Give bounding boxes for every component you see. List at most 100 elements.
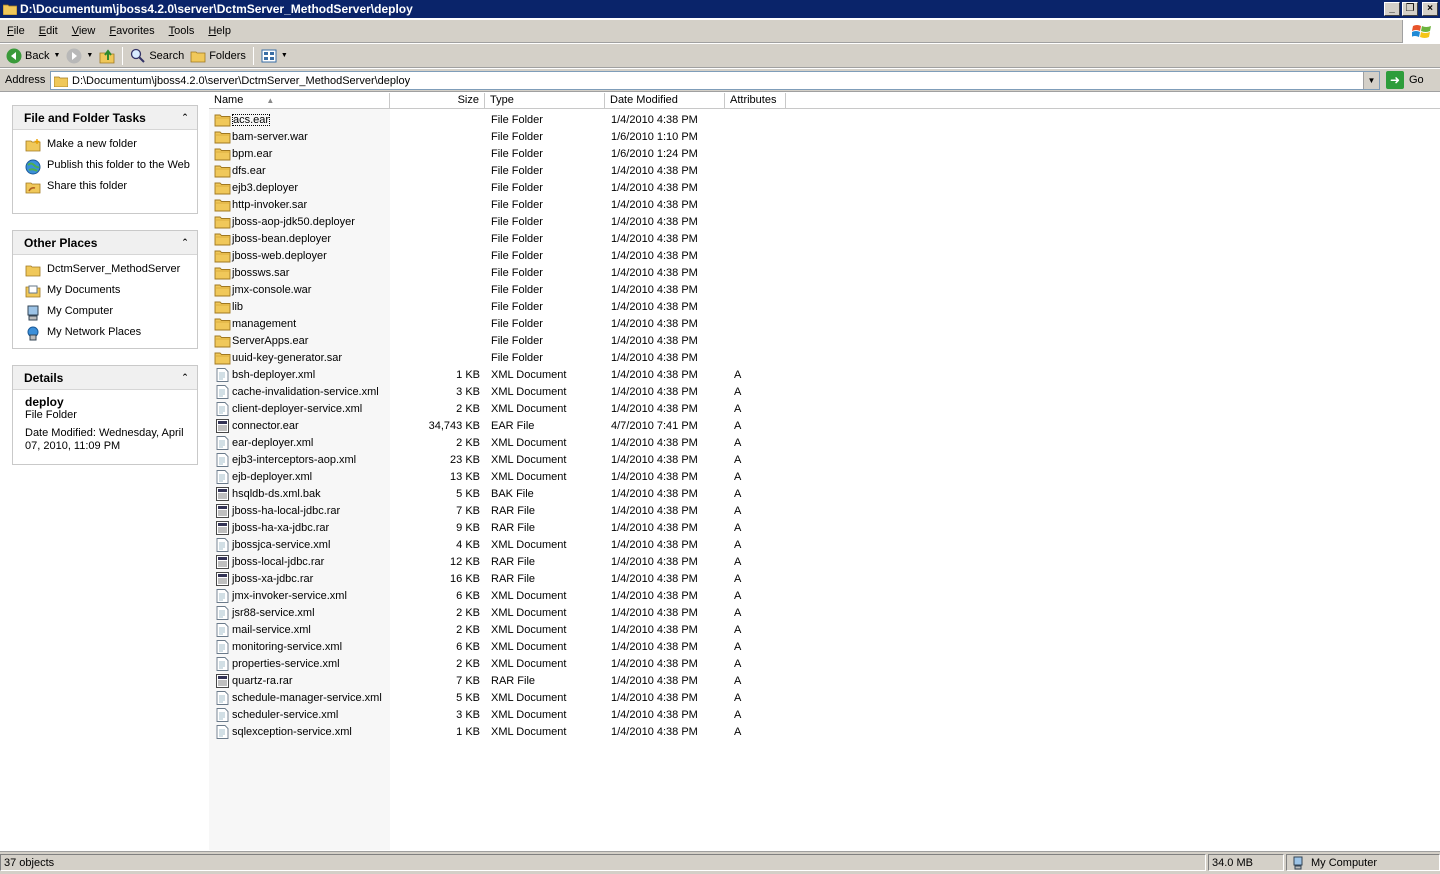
file-row[interactable]: bsh-deployer.xml 1 KB XML Document 1/4/2010… <box>209 366 1440 383</box>
menu-edit[interactable]: Edit <box>32 25 65 37</box>
file-row[interactable]: uuid-key-generator.sar File Folder 1/4/201… <box>209 349 1440 366</box>
restore-button[interactable]: ❐ <box>1402 2 1418 16</box>
back-dropdown-icon[interactable]: ▼ <box>53 52 60 59</box>
folders-button[interactable]: Folders <box>187 46 249 66</box>
file-name-cell[interactable]: ear-deployer.xml <box>209 435 390 450</box>
menu-help[interactable]: Help <box>201 25 238 37</box>
file-name-cell[interactable]: jmx-console.war <box>209 283 390 297</box>
close-button[interactable]: × <box>1422 2 1438 16</box>
place-my-network-places[interactable]: My Network Places <box>25 326 197 341</box>
file-row[interactable]: jboss-local-jdbc.rar 12 KB RAR File 1/4/201… <box>209 553 1440 570</box>
file-name-cell[interactable]: jboss-local-jdbc.rar <box>209 554 390 569</box>
file-name-cell[interactable]: properties-service.xml <box>209 656 390 671</box>
file-name-cell[interactable]: ejb3.deployer <box>209 181 390 195</box>
file-row[interactable]: jboss-xa-jdbc.rar 16 KB RAR File 1/4/2010 4… <box>209 570 1440 587</box>
file-row[interactable]: http-invoker.sar File Folder 1/4/2010 4:38… <box>209 196 1440 213</box>
place-my-computer[interactable]: My Computer <box>25 305 197 321</box>
file-row[interactable]: jboss-bean.deployer File Folder 1/4/2010 4… <box>209 230 1440 247</box>
file-row[interactable]: mail-service.xml 2 KB XML Document 1/4/2010… <box>209 621 1440 638</box>
collapse-chevron-icon[interactable]: ⌃ <box>179 372 191 384</box>
file-row[interactable]: jboss-ha-local-jdbc.rar 7 KB RAR File 1/4/2… <box>209 502 1440 519</box>
address-input[interactable]: D:\Documentum\jboss4.2.0\server\DctmServ… <box>50 71 1380 90</box>
file-name-cell[interactable]: management <box>209 317 390 331</box>
file-name-cell[interactable]: ejb3-interceptors-aop.xml <box>209 452 390 467</box>
file-row[interactable]: ejb3.deployer File Folder 1/4/2010 4:38 PM <box>209 179 1440 196</box>
back-button[interactable]: Back ▼ <box>3 46 63 66</box>
file-name-cell[interactable]: acs.ear <box>209 113 390 127</box>
file-name-cell[interactable]: mail-service.xml <box>209 622 390 637</box>
file-row[interactable]: ear-deployer.xml 2 KB XML Document 1/4/2010… <box>209 434 1440 451</box>
file-name-cell[interactable]: bpm.ear <box>209 147 390 161</box>
file-list[interactable]: Name ▲ Size Type Date Modified Attribute… <box>209 93 1440 850</box>
file-name-cell[interactable]: cache-invalidation-service.xml <box>209 384 390 399</box>
file-name-cell[interactable]: jboss-ha-local-jdbc.rar <box>209 503 390 518</box>
place-dctmserver-methodserver[interactable]: DctmServer_MethodServer <box>25 263 197 277</box>
collapse-chevron-icon[interactable]: ⌃ <box>179 112 191 124</box>
file-row[interactable]: scheduler-service.xml 3 KB XML Document 1/4… <box>209 706 1440 723</box>
file-row[interactable]: sqlexception-service.xml 1 KB XML Document… <box>209 723 1440 740</box>
menu-view[interactable]: View <box>65 25 103 37</box>
file-row[interactable]: hsqldb-ds.xml.bak 5 KB BAK File 1/4/2010 4:… <box>209 485 1440 502</box>
forward-dropdown-icon[interactable]: ▼ <box>86 52 93 59</box>
file-row[interactable]: jmx-console.war File Folder 1/4/2010 4:38 … <box>209 281 1440 298</box>
file-name-cell[interactable]: sqlexception-service.xml <box>209 724 390 739</box>
file-row[interactable]: schedule-manager-service.xml 5 KB XML Docu… <box>209 689 1440 706</box>
file-row[interactable]: jbossjca-service.xml 4 KB XML Document 1/4/… <box>209 536 1440 553</box>
file-row[interactable]: bam-server.war File Folder 1/6/2010 1:10 P… <box>209 128 1440 145</box>
file-name-cell[interactable]: jboss-ha-xa-jdbc.rar <box>209 520 390 535</box>
column-header-size[interactable]: Size <box>390 93 485 109</box>
go-button[interactable]: ➜ Go <box>1386 71 1424 89</box>
file-name-cell[interactable]: lib <box>209 300 390 314</box>
file-row[interactable]: jmx-invoker-service.xml 6 KB XML Document 1… <box>209 587 1440 604</box>
file-row[interactable]: jboss-ha-xa-jdbc.rar 9 KB RAR File 1/4/2010… <box>209 519 1440 536</box>
file-name-cell[interactable]: monitoring-service.xml <box>209 639 390 654</box>
file-row[interactable]: connector.ear 34,743 KB EAR File 4/7/2010 7… <box>209 417 1440 434</box>
file-row[interactable]: jboss-aop-jdk50.deployer File Folder 1/4/2… <box>209 213 1440 230</box>
file-name-cell[interactable]: ServerApps.ear <box>209 334 390 348</box>
task-publish-this-folder-to-the-web[interactable]: Publish this folder to the Web <box>25 159 197 175</box>
task-make-a-new-folder[interactable]: Make a new folder <box>25 138 197 152</box>
file-name-cell[interactable]: jsr88-service.xml <box>209 605 390 620</box>
collapse-chevron-icon[interactable]: ⌃ <box>179 237 191 249</box>
file-name-cell[interactable]: bam-server.war <box>209 130 390 144</box>
file-row[interactable]: acs.ear File Folder 1/4/2010 4:38 PM <box>209 111 1440 128</box>
file-name-cell[interactable]: jboss-aop-jdk50.deployer <box>209 215 390 229</box>
file-name-cell[interactable]: connector.ear <box>209 418 390 433</box>
address-dropdown-icon[interactable]: ▼ <box>1363 72 1379 89</box>
column-header-date[interactable]: Date Modified <box>605 93 725 109</box>
details-header[interactable]: Details ⌃ <box>13 366 197 390</box>
column-header-type[interactable]: Type <box>485 93 605 109</box>
minimize-button[interactable]: _ <box>1384 2 1400 16</box>
views-button[interactable]: ▼ <box>258 46 291 66</box>
file-name-cell[interactable]: client-deployer-service.xml <box>209 401 390 416</box>
file-name-cell[interactable]: http-invoker.sar <box>209 198 390 212</box>
file-name-cell[interactable]: jbossjca-service.xml <box>209 537 390 552</box>
file-name-cell[interactable]: hsqldb-ds.xml.bak <box>209 486 390 501</box>
other-places-header[interactable]: Other Places ⌃ <box>13 231 197 255</box>
place-my-documents[interactable]: My Documents <box>25 284 197 298</box>
views-dropdown-icon[interactable]: ▼ <box>281 52 288 59</box>
up-folder-button[interactable] <box>96 46 118 66</box>
file-name-cell[interactable]: dfs.ear <box>209 164 390 178</box>
file-row[interactable]: lib File Folder 1/4/2010 4:38 PM <box>209 298 1440 315</box>
file-row[interactable]: monitoring-service.xml 6 KB XML Document 1/… <box>209 638 1440 655</box>
file-row[interactable]: ejb-deployer.xml 13 KB XML Document 1/4/201… <box>209 468 1440 485</box>
file-name-cell[interactable]: quartz-ra.rar <box>209 673 390 688</box>
file-row[interactable]: ejb3-interceptors-aop.xml 23 KB XML Docume… <box>209 451 1440 468</box>
task-share-this-folder[interactable]: Share this folder <box>25 180 197 194</box>
file-row[interactable]: bpm.ear File Folder 1/6/2010 1:24 PM <box>209 145 1440 162</box>
file-name-cell[interactable]: jboss-xa-jdbc.rar <box>209 571 390 586</box>
file-row[interactable]: client-deployer-service.xml 2 KB XML Docum… <box>209 400 1440 417</box>
file-row[interactable]: dfs.ear File Folder 1/4/2010 4:38 PM <box>209 162 1440 179</box>
file-name-cell[interactable]: ejb-deployer.xml <box>209 469 390 484</box>
menu-tools[interactable]: Tools <box>162 25 202 37</box>
file-name-cell[interactable]: bsh-deployer.xml <box>209 367 390 382</box>
file-folder-tasks-header[interactable]: File and Folder Tasks ⌃ <box>13 106 197 130</box>
file-row[interactable]: jbossws.sar File Folder 1/4/2010 4:38 PM <box>209 264 1440 281</box>
file-row[interactable]: cache-invalidation-service.xml 3 KB XML Do… <box>209 383 1440 400</box>
file-name-cell[interactable]: jboss-bean.deployer <box>209 232 390 246</box>
menu-file[interactable]: File <box>0 25 32 37</box>
column-header-attributes[interactable]: Attributes <box>725 93 786 109</box>
file-name-cell[interactable]: jboss-web.deployer <box>209 249 390 263</box>
file-name-cell[interactable]: uuid-key-generator.sar <box>209 351 390 365</box>
